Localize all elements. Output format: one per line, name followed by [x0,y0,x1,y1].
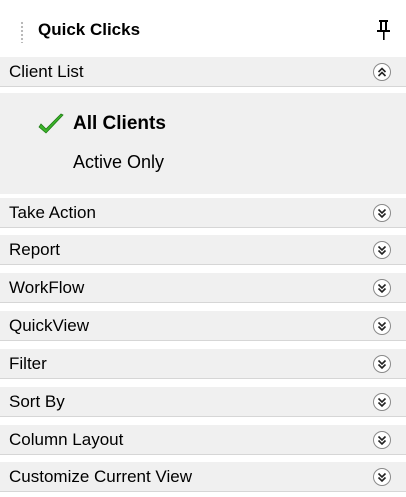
chevron-double-down-icon[interactable] [372,430,392,450]
section-workflow[interactable]: WorkFlow [0,273,406,303]
section-column-layout[interactable]: Column Layout [0,425,406,455]
section-label: Column Layout [9,430,124,449]
quick-clicks-panel: Quick Clicks Client List All Clients Act… [0,0,406,497]
section-customize-current-view[interactable]: Customize Current View [0,462,406,492]
chevron-double-up-icon[interactable] [372,62,392,82]
section-filter[interactable]: Filter [0,349,406,379]
section-label: Customize Current View [9,467,192,486]
section-label: QuickView [9,316,89,335]
section-label: Filter [9,354,47,373]
panel-titlebar: Quick Clicks [0,12,406,50]
drag-grip-icon[interactable] [20,21,24,43]
section-client-list[interactable]: Client List [0,57,406,87]
section-take-action[interactable]: Take Action [0,198,406,228]
option-active-only[interactable]: Active Only [73,152,164,173]
chevron-double-down-icon[interactable] [372,240,392,260]
section-report[interactable]: Report [0,235,406,265]
chevron-double-down-icon[interactable] [372,354,392,374]
chevron-double-down-icon[interactable] [372,316,392,336]
pin-icon[interactable] [372,16,396,44]
chevron-double-down-icon[interactable] [372,467,392,487]
section-label: Take Action [9,203,96,222]
section-label: Report [9,240,61,259]
option-all-clients[interactable]: All Clients [73,113,166,135]
section-label: Sort By [9,392,65,411]
chevron-double-down-icon[interactable] [372,203,392,223]
chevron-double-down-icon[interactable] [372,392,392,412]
checkmark-icon [36,111,66,137]
section-quickview[interactable]: QuickView [0,311,406,341]
chevron-double-down-icon[interactable] [372,278,392,298]
client-list-options: All Clients Active Only [0,93,406,194]
section-sort-by[interactable]: Sort By [0,387,406,417]
panel-title: Quick Clicks [38,20,141,39]
section-label: WorkFlow [9,278,85,297]
section-label: Client List [9,62,84,81]
